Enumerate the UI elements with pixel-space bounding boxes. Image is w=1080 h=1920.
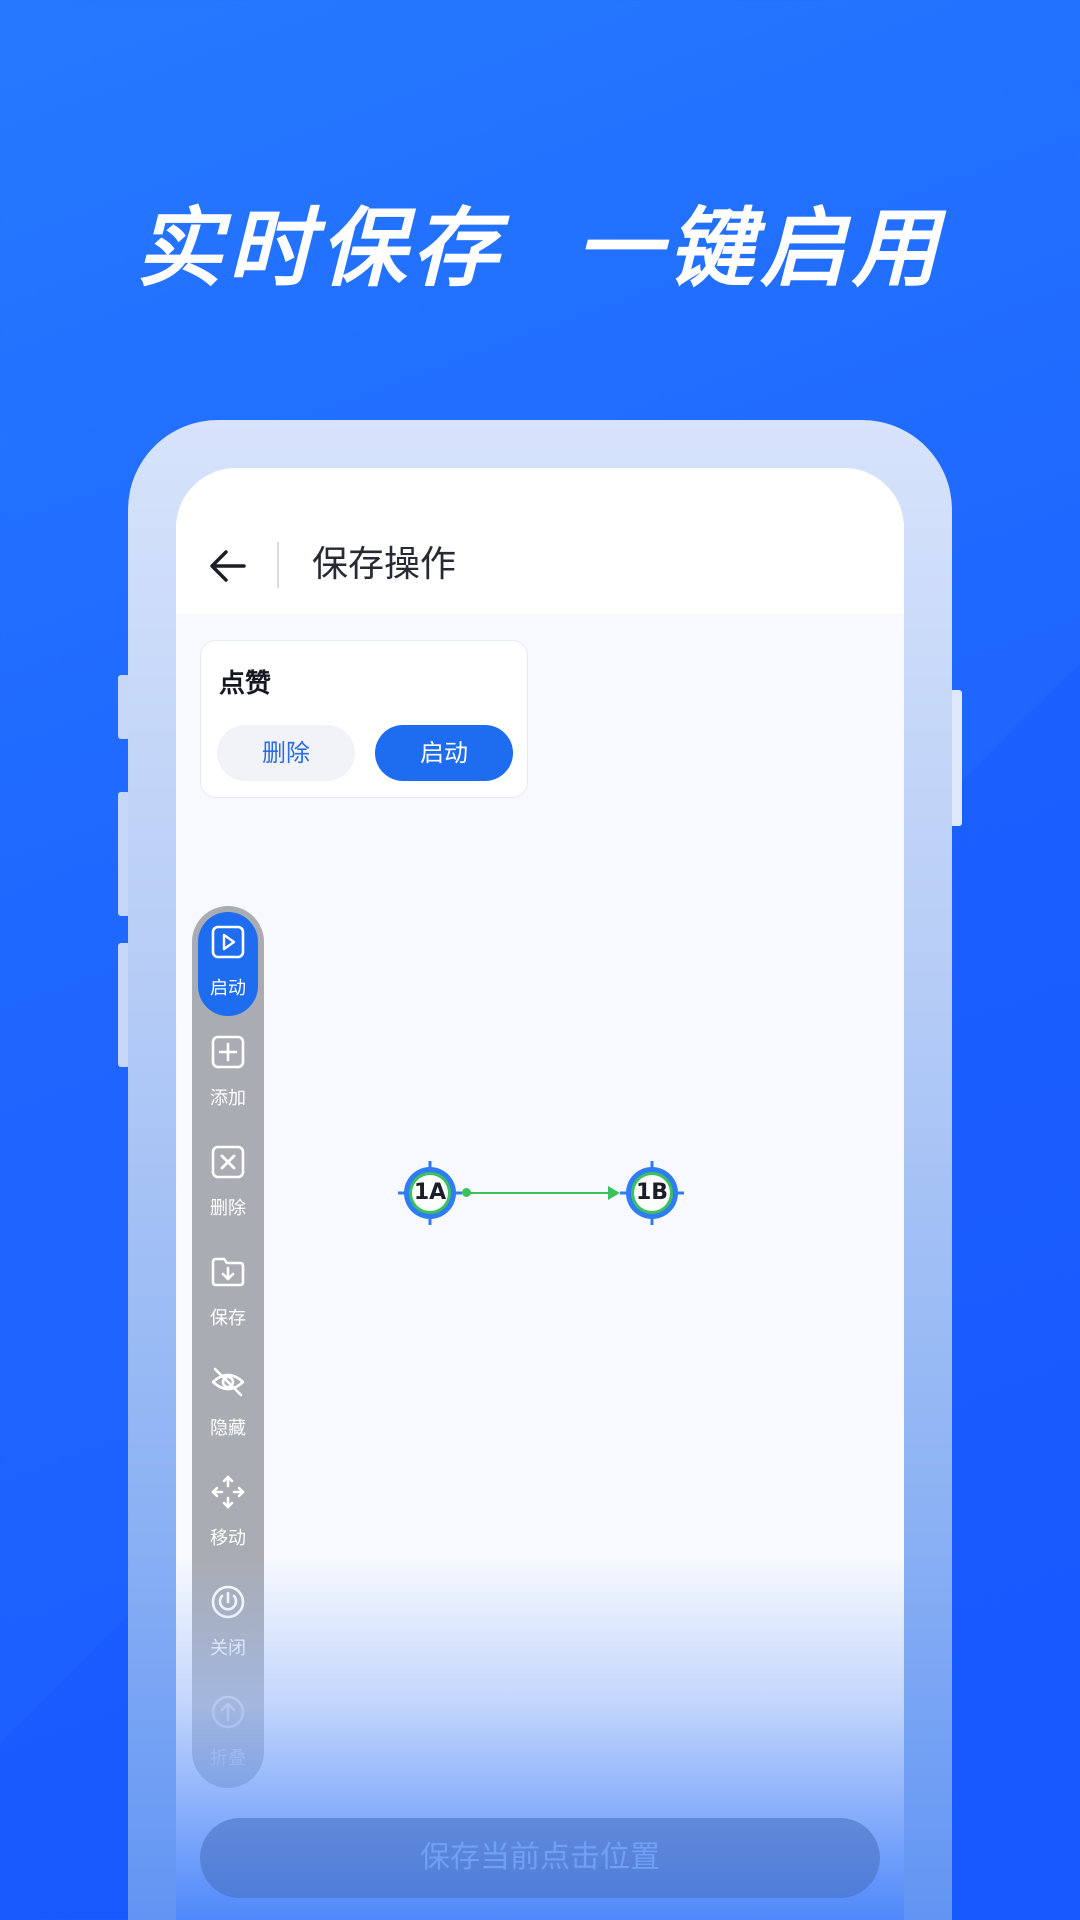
promo-headline: 实时保存 一键启用	[136, 199, 944, 299]
toolbar-add-button[interactable]: 添加	[198, 1022, 258, 1126]
node-label: 1A	[413, 1180, 447, 1205]
phone-screen: 保存操作 点赞 删除 启动 启动 添加 删除 保存 隐藏 移动 关闭 折叠 1A…	[176, 468, 904, 1920]
page-title: 保存操作	[312, 544, 457, 585]
arrow-left-icon	[210, 550, 246, 582]
toolbar-label: 折叠	[210, 1748, 246, 1769]
toolbar-hide-button[interactable]: 隐藏	[198, 1352, 258, 1456]
x-square-icon	[211, 1145, 245, 1179]
toolbar-label: 启动	[210, 978, 246, 999]
click-point-node-1b[interactable]: 1B	[620, 1161, 684, 1225]
toolbar-label: 关闭	[210, 1638, 246, 1659]
node-label: 1B	[635, 1180, 669, 1205]
title-divider	[277, 542, 279, 588]
node-link-arrow	[608, 1186, 620, 1200]
toolbar-delete-button[interactable]: 删除	[198, 1132, 258, 1236]
toolbar-close-button[interactable]: 关闭	[198, 1572, 258, 1676]
click-point-node-1a[interactable]: 1A	[398, 1161, 462, 1225]
top-bar: 保存操作	[176, 468, 904, 614]
toolbar-save-button[interactable]: 保存	[198, 1242, 258, 1346]
play-square-icon	[211, 925, 245, 959]
back-button[interactable]	[204, 542, 252, 590]
node-link-start-dot	[462, 1188, 471, 1197]
delete-button[interactable]: 删除	[217, 725, 355, 781]
floating-toolbar: 启动 添加 删除 保存 隐藏 移动 关闭 折叠	[192, 906, 264, 1788]
toolbar-label: 添加	[210, 1088, 246, 1109]
save-position-button[interactable]: 保存当前点击位置	[200, 1818, 880, 1898]
start-button[interactable]: 启动	[375, 725, 513, 781]
toolbar-label: 保存	[210, 1308, 246, 1329]
node-link-line	[466, 1192, 616, 1194]
toolbar-move-button[interactable]: 移动	[198, 1462, 258, 1566]
folder-download-icon	[211, 1257, 245, 1287]
power-icon	[211, 1585, 245, 1619]
plus-square-icon	[211, 1035, 245, 1069]
eye-off-icon	[211, 1367, 245, 1397]
toolbar-start-button[interactable]: 启动	[198, 912, 258, 1016]
move-arrows-icon	[211, 1475, 245, 1509]
toolbar-label: 隐藏	[210, 1418, 246, 1439]
card-title: 点赞	[219, 669, 272, 699]
toolbar-label: 删除	[210, 1198, 246, 1219]
toolbar-fold-button[interactable]: 折叠	[198, 1682, 258, 1786]
toolbar-label: 移动	[210, 1528, 246, 1549]
action-card: 点赞 删除 启动	[200, 640, 528, 798]
arrow-up-circle-icon	[211, 1695, 245, 1729]
